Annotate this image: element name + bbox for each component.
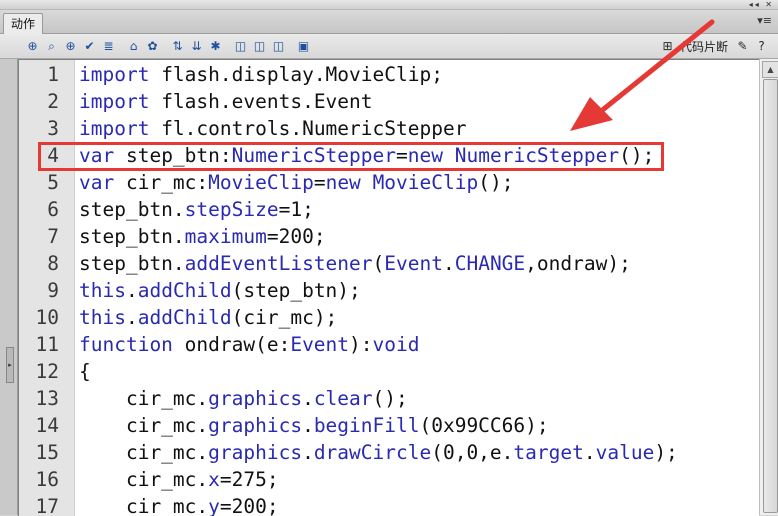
code-text: cir_mc.graphics.clear(); (79, 387, 408, 410)
code-text: cir_mc.x=275; (79, 468, 279, 491)
line-number: 16 (35, 468, 59, 491)
toolbox-collapsed-strip: ▸ (0, 59, 18, 515)
collapse-between-braces-icon[interactable]: ⇅ (169, 38, 186, 55)
code-text: { (79, 360, 91, 383)
line-number: 8 (47, 252, 59, 275)
remove-comment-icon[interactable]: ◫ (270, 38, 287, 55)
code-line[interactable]: 7 step_btn.maximum=200; (19, 223, 759, 250)
line-number: 5 (47, 171, 59, 194)
debug-options-icon[interactable]: ✿ (144, 38, 161, 55)
code-snippets-icon[interactable]: ⊞ (659, 38, 676, 55)
line-number: 15 (35, 441, 59, 464)
toolbar-icon-group: ⊕ ⌕ ⊕ ✔ ≣ ⌂ ✿ ⇅ ⇊ ✱ ◫ ◫ ◫ ▣ (24, 37, 314, 55)
help-icon[interactable]: ? (753, 38, 770, 55)
code-line[interactable]: 2 import flash.events.Event (19, 88, 759, 115)
toolbar-right-group: ⊞ 代码片断 ✎ ? (659, 37, 772, 55)
code-text: step_btn.addEventListener(Event.CHANGE,o… (79, 252, 631, 275)
code-snippets-label[interactable]: 代码片断 (680, 38, 728, 55)
code-text: import fl.controls.NumericStepper (79, 117, 467, 140)
line-number: 14 (35, 414, 59, 437)
code-line[interactable]: 16 cir_mc.x=275; (19, 466, 759, 493)
code-text: step_btn.maximum=200; (79, 225, 326, 248)
code-text: cir_mc.graphics.drawCircle(0,0,e.target.… (79, 441, 678, 464)
code-line[interactable]: 1 import flash.display.MovieClip; (19, 61, 759, 88)
actions-toolbar: ⊕ ⌕ ⊕ ✔ ≣ ⌂ ✿ ⇅ ⇊ ✱ ◫ ◫ ◫ ▣ ⊞ 代码片断 ✎ ? (0, 34, 778, 59)
add-statement-icon[interactable]: ⊕ (24, 38, 41, 55)
code-text: cir_mc.y=200; (79, 495, 279, 516)
code-line[interactable]: 11 function ondraw(e:Event):void (19, 331, 759, 358)
line-number: 17 (35, 495, 59, 516)
code-line[interactable]: 17 cir_mc.y=200; (19, 493, 759, 516)
panel-menu-icon[interactable]: ▾≡ (757, 14, 772, 27)
line-number: 10 (35, 306, 59, 329)
panel-title-bar: ◂◂ ✕ (0, 0, 778, 10)
line-number: 1 (47, 63, 59, 86)
code-line[interactable]: 5 var cir_mc:MovieClip=new MovieClip(); (19, 169, 759, 196)
code-line[interactable]: 9 this.addChild(step_btn); (19, 277, 759, 304)
annotation-highlight-box (38, 142, 664, 171)
line-number: 9 (47, 279, 59, 302)
scroll-up-arrow-icon[interactable]: ▲ (762, 61, 778, 78)
line-number: 13 (35, 387, 59, 410)
code-line[interactable]: 12 { (19, 358, 759, 385)
code-text: this.addChild(step_btn); (79, 279, 361, 302)
line-number: 11 (35, 333, 59, 356)
line-number: 2 (47, 90, 59, 113)
script-editor[interactable]: 1 import flash.display.MovieClip; 2 import … (18, 59, 759, 516)
code-line[interactable]: 10 this.addChild(cir_mc); (19, 304, 759, 331)
code-text: import flash.events.Event (79, 90, 373, 113)
code-line[interactable]: 13 cir_mc.graphics.clear(); (19, 385, 759, 412)
script-assist-icon[interactable]: ✎ (734, 38, 751, 55)
auto-format-icon[interactable]: ≣ (100, 38, 117, 55)
code-text: this.addChild(cir_mc); (79, 306, 338, 329)
tab-actions[interactable]: 动作 (3, 13, 44, 34)
scrollbar-thumb[interactable] (763, 79, 778, 513)
expand-toolbox-handle[interactable]: ▸ (6, 347, 14, 383)
insert-target-path-icon[interactable]: ⊕ (62, 38, 79, 55)
vertical-scrollbar[interactable]: ▲ (759, 59, 778, 515)
code-text: var cir_mc:MovieClip=new MovieClip(); (79, 171, 514, 194)
code-text: function ondraw(e:Event):void (79, 333, 420, 356)
find-icon[interactable]: ⌕ (43, 38, 60, 55)
code-line[interactable]: 15 cir_mc.graphics.drawCircle(0,0,e.targ… (19, 439, 759, 466)
line-number: 7 (47, 225, 59, 248)
code-line[interactable]: 3 import fl.controls.NumericStepper (19, 115, 759, 142)
code-line[interactable]: 14 cir_mc.graphics.beginFill(0x99CC66); (19, 412, 759, 439)
code-text: cir_mc.graphics.beginFill(0x99CC66); (79, 414, 549, 437)
code-text: import flash.display.MovieClip; (79, 63, 443, 86)
expand-all-icon[interactable]: ✱ (207, 38, 224, 55)
line-number: 3 (47, 117, 59, 140)
line-number: 6 (47, 198, 59, 221)
code-text: step_btn.stepSize=1; (79, 198, 314, 221)
code-line[interactable]: 8 step_btn.addEventListener(Event.CHANGE,… (19, 250, 759, 277)
show-hide-toolbox-icon[interactable]: ▣ (295, 38, 312, 55)
line-number: 12 (35, 360, 59, 383)
show-code-hint-icon[interactable]: ⌂ (125, 38, 142, 55)
apply-line-comment-icon[interactable]: ◫ (251, 38, 268, 55)
code-line[interactable]: 6 step_btn.stepSize=1; (19, 196, 759, 223)
panel-tab-bar: 动作 ▾≡ (0, 10, 778, 34)
check-syntax-icon[interactable]: ✔ (81, 38, 98, 55)
panel-collapse-controls[interactable]: ◂◂ ✕ (749, 0, 774, 9)
apply-block-comment-icon[interactable]: ◫ (232, 38, 249, 55)
collapse-selection-icon[interactable]: ⇊ (188, 38, 205, 55)
